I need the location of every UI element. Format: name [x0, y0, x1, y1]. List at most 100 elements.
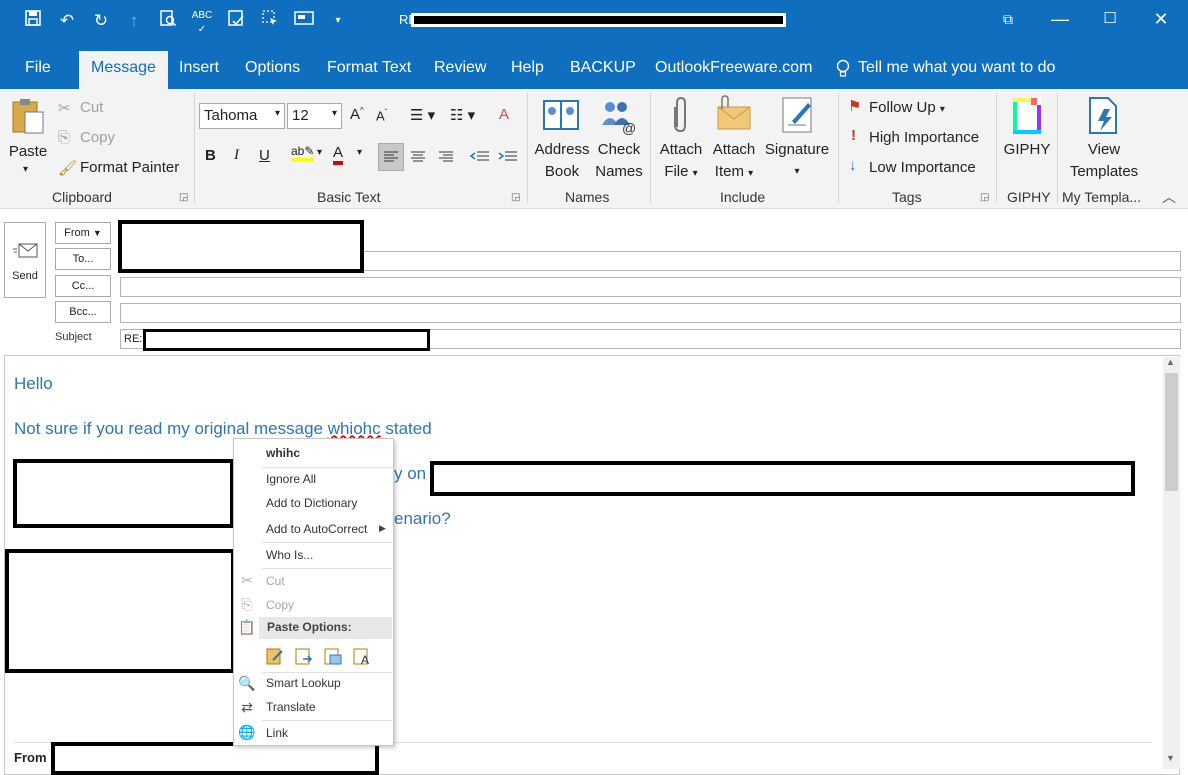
- decrease-indent-icon[interactable]: [468, 144, 492, 173]
- tab-backup[interactable]: BACKUP: [570, 59, 636, 77]
- tab-message[interactable]: Message: [79, 51, 168, 89]
- signature-button[interactable]: Signature ▾: [760, 139, 834, 183]
- paste-button[interactable]: Paste: [6, 141, 50, 163]
- giphy-button[interactable]: GIPHY: [1001, 139, 1053, 161]
- underline-icon[interactable]: U: [259, 147, 270, 164]
- cut-item[interactable]: Cut: [266, 574, 285, 588]
- scroll-up-icon[interactable]: ▲: [1166, 357, 1175, 367]
- tags-group-label: Tags: [892, 189, 922, 205]
- minimize-icon[interactable]: —: [1035, 4, 1085, 34]
- translate-item[interactable]: Translate: [266, 700, 316, 714]
- format-painter-button[interactable]: Format Painter: [80, 159, 179, 176]
- paste-keep-source-icon[interactable]: [264, 645, 286, 667]
- align-right-icon[interactable]: [434, 144, 458, 173]
- save-icon[interactable]: [21, 9, 45, 33]
- close-icon[interactable]: ✕: [1136, 4, 1186, 34]
- scroll-down-icon[interactable]: ▼: [1166, 753, 1175, 763]
- maximize-icon[interactable]: ☐: [1085, 4, 1135, 34]
- italic-icon[interactable]: I: [234, 147, 239, 164]
- who-is-item[interactable]: Who Is...: [266, 548, 313, 562]
- add-to-dictionary-item[interactable]: Add to Dictionary: [266, 496, 357, 510]
- view-templates-label-1: View: [1087, 141, 1121, 158]
- chevron-down-icon[interactable]: ▾: [332, 108, 337, 119]
- redacted-subject: [143, 329, 430, 351]
- shrink-font-icon[interactable]: Aˇ: [376, 108, 387, 123]
- from-button[interactable]: From ▼: [55, 222, 111, 244]
- suggestion-item[interactable]: whihc: [266, 446, 300, 460]
- tab-format-text[interactable]: Format Text: [327, 59, 411, 77]
- quoted-from-label: From: [14, 750, 47, 765]
- chevron-down-icon[interactable]: ▾: [357, 147, 362, 158]
- follow-up-button[interactable]: Follow Up ▾: [869, 99, 945, 116]
- save-as-icon[interactable]: [224, 9, 248, 33]
- font-name-combo[interactable]: Tahoma ▾: [199, 103, 285, 129]
- select-icon[interactable]: [258, 9, 282, 33]
- subject-prefix: RE:: [124, 333, 143, 345]
- smart-lookup-item[interactable]: Smart Lookup: [266, 676, 341, 690]
- screen-icon[interactable]: [292, 9, 316, 33]
- basic-text-launcher-icon[interactable]: ◲: [511, 192, 520, 203]
- clipboard-launcher-icon[interactable]: ◲: [179, 192, 188, 203]
- address-book-button[interactable]: Address Book: [532, 139, 592, 183]
- grow-font-icon[interactable]: A^: [350, 106, 364, 123]
- tab-outlookfreeware[interactable]: OutlookFreeware.com: [655, 59, 812, 77]
- add-to-autocorrect-item[interactable]: Add to AutoCorrect: [266, 522, 367, 536]
- spelling-icon[interactable]: ABC ✓: [190, 9, 214, 35]
- cut-button[interactable]: Cut: [80, 99, 103, 116]
- undo-icon[interactable]: ↶: [55, 9, 79, 33]
- tab-review[interactable]: Review: [434, 59, 486, 77]
- scroll-thumb[interactable]: [1165, 373, 1178, 491]
- chevron-down-icon[interactable]: ▾: [275, 108, 280, 119]
- tags-launcher-icon[interactable]: ◲: [980, 192, 989, 203]
- numbering-icon[interactable]: ☷ ▾: [450, 106, 475, 124]
- to-button[interactable]: To...: [55, 248, 111, 270]
- send-button[interactable]: Send: [4, 222, 46, 298]
- bcc-button[interactable]: Bcc...: [55, 301, 111, 323]
- tab-help[interactable]: Help: [511, 59, 544, 77]
- print-preview-icon[interactable]: [156, 9, 180, 33]
- redo-icon[interactable]: ↻: [89, 9, 113, 33]
- clear-formatting-icon[interactable]: A: [499, 106, 509, 123]
- tab-options[interactable]: Options: [245, 59, 300, 77]
- body-scrollbar[interactable]: ▲ ▼: [1163, 357, 1180, 769]
- align-center-icon[interactable]: [406, 144, 430, 173]
- ignore-all-item[interactable]: Ignore All: [266, 472, 316, 486]
- up-icon[interactable]: ↑: [122, 9, 146, 33]
- svg-text:A: A: [361, 653, 369, 666]
- attach-file-button[interactable]: Attach File ▾: [655, 139, 707, 185]
- copy-icon: ⎘: [58, 129, 71, 146]
- link-item[interactable]: Link: [266, 726, 288, 740]
- bold-icon[interactable]: B: [205, 147, 216, 164]
- copy-item[interactable]: Copy: [266, 598, 294, 612]
- paste-merge-icon[interactable]: [293, 645, 315, 667]
- tab-file[interactable]: File: [25, 59, 51, 77]
- collapse-ribbon-icon[interactable]: ︿: [1162, 187, 1176, 207]
- customize-icon[interactable]: ▾: [326, 9, 350, 33]
- paste-text-only-icon[interactable]: A: [351, 645, 373, 667]
- align-left-button[interactable]: [378, 143, 404, 171]
- paste-picture-icon[interactable]: [322, 645, 344, 667]
- increase-indent-icon[interactable]: [496, 144, 520, 173]
- chevron-down-icon: ▼: [92, 228, 102, 238]
- cc-field[interactable]: [120, 277, 1181, 297]
- attach-item-button[interactable]: Attach Item ▾: [708, 139, 760, 185]
- chevron-down-icon[interactable]: ▾: [317, 147, 322, 158]
- font-size-combo[interactable]: 12 ▾: [287, 103, 342, 129]
- low-importance-button[interactable]: Low Importance: [869, 159, 976, 176]
- restore-ribbon-icon[interactable]: ⧉: [983, 4, 1033, 34]
- cc-button[interactable]: Cc...: [55, 275, 111, 297]
- bullets-icon[interactable]: ☰ ▾: [410, 106, 435, 124]
- check-names-label-1: Check: [597, 141, 641, 158]
- high-importance-button[interactable]: High Importance: [869, 129, 979, 146]
- misspelled-word[interactable]: whiohc: [328, 419, 381, 438]
- highlight-icon[interactable]: ab✎: [291, 144, 315, 162]
- view-templates-button[interactable]: View Templates: [1062, 139, 1146, 183]
- bcc-field[interactable]: [120, 303, 1181, 323]
- tell-me-search[interactable]: Tell me what you want to do: [858, 59, 1055, 77]
- tab-insert[interactable]: Insert: [179, 59, 219, 77]
- paste-dropdown-icon[interactable]: ▾: [23, 164, 28, 175]
- redacted-block-2: [430, 461, 1135, 496]
- check-names-button[interactable]: Check Names: [592, 139, 646, 183]
- font-color-icon[interactable]: A: [333, 144, 344, 165]
- copy-button[interactable]: Copy: [80, 129, 115, 146]
